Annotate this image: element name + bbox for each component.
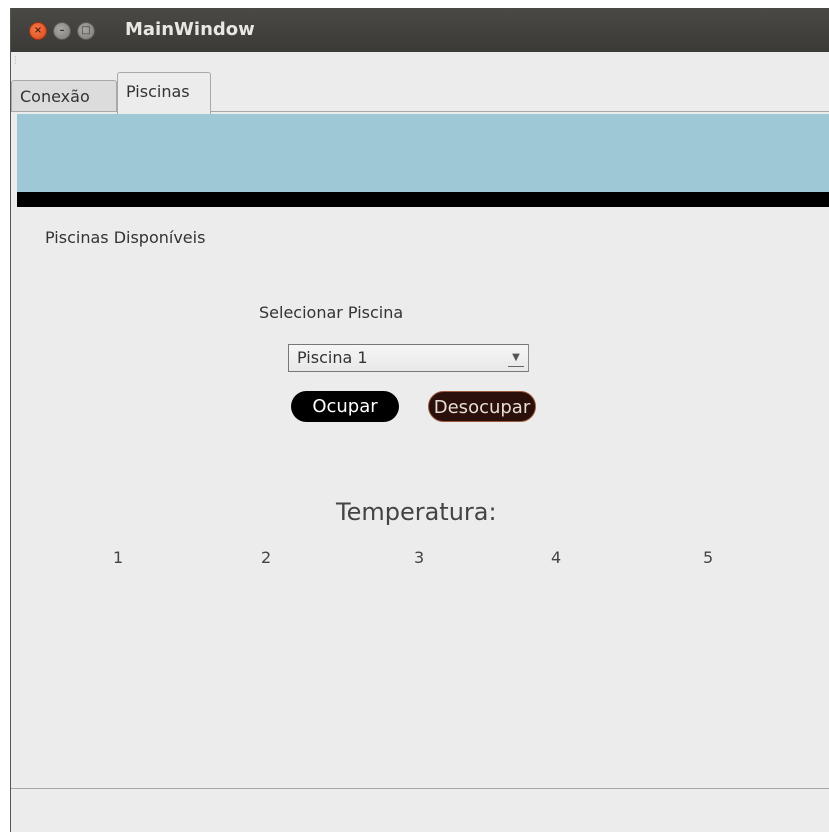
title-bar: × – □ MainWindow bbox=[11, 8, 829, 52]
toolbar-grip-icon[interactable]: · · · bbox=[14, 54, 18, 68]
maximize-icon[interactable]: □ bbox=[77, 22, 95, 40]
occupy-button[interactable]: Ocupar bbox=[291, 391, 399, 422]
temperature-value-5: 5 bbox=[703, 548, 714, 567]
temperature-value-1: 1 bbox=[113, 548, 124, 567]
window-title: MainWindow bbox=[125, 19, 255, 40]
vacate-button[interactable]: Desocupar bbox=[428, 391, 536, 422]
piscinas-panel: Piscinas Disponíveis Selecionar Piscina … bbox=[11, 112, 829, 789]
temperature-label: Temperatura: bbox=[336, 498, 497, 526]
temperature-value-2: 2 bbox=[261, 548, 272, 567]
main-window: × – □ MainWindow · · · Conexão Piscinas Pi… bbox=[10, 8, 829, 832]
temperature-value-4: 4 bbox=[551, 548, 562, 567]
tab-conexao[interactable]: Conexão bbox=[11, 80, 117, 112]
status-bar bbox=[11, 789, 829, 832]
header-banner-bar bbox=[17, 192, 829, 207]
header-banner bbox=[17, 114, 829, 192]
select-pool-label: Selecionar Piscina bbox=[259, 303, 404, 322]
available-pools-label: Piscinas Disponíveis bbox=[45, 228, 206, 247]
tab-piscinas[interactable]: Piscinas bbox=[117, 72, 211, 114]
close-icon[interactable]: × bbox=[29, 22, 47, 40]
pool-select[interactable]: Piscina 1 ▼ bbox=[288, 344, 529, 372]
tab-bar: Conexão Piscinas bbox=[11, 70, 829, 114]
temperature-value-3: 3 bbox=[414, 548, 425, 567]
minimize-icon[interactable]: – bbox=[53, 22, 71, 40]
chevron-down-icon[interactable]: ▼ bbox=[508, 350, 524, 367]
pool-select-value: Piscina 1 bbox=[297, 348, 368, 367]
